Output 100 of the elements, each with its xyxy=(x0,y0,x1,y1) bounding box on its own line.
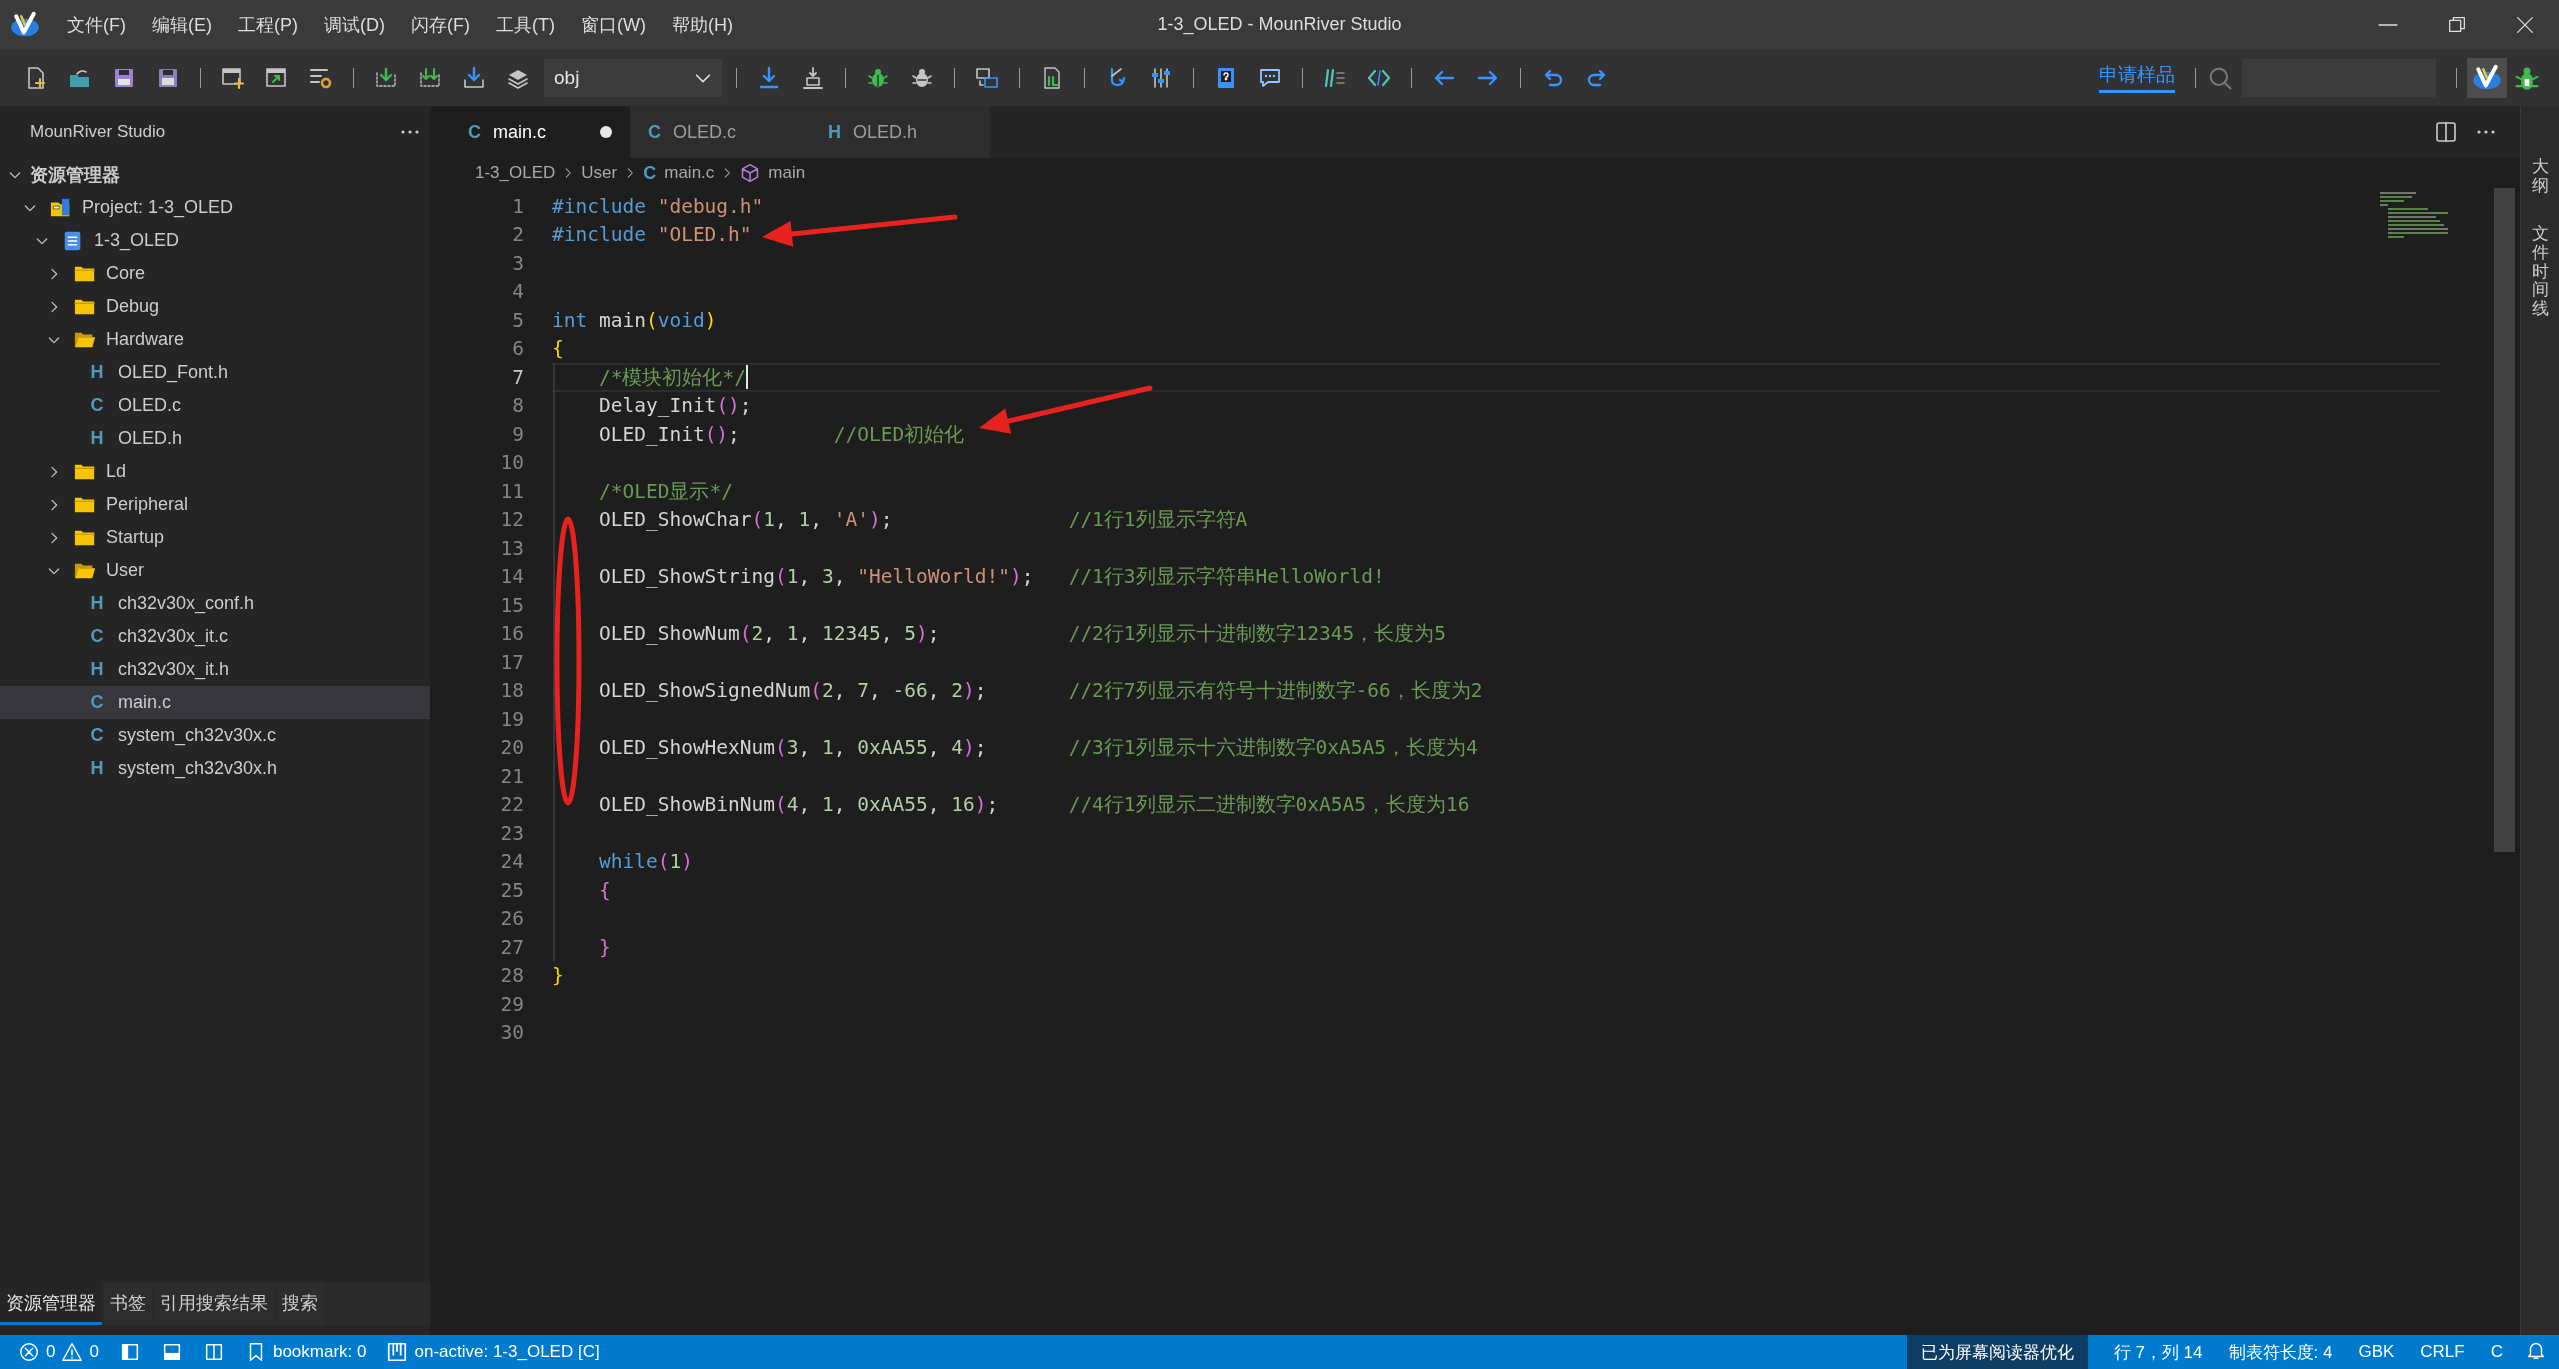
tree-item[interactable]: 1-3_OLED xyxy=(0,224,430,257)
tree-item[interactable]: Debug xyxy=(0,290,430,323)
tree-item[interactable]: Project: 1-3_OLED xyxy=(0,191,430,224)
line-number: 30 xyxy=(499,1021,524,1045)
tree-item[interactable]: C main.c xyxy=(0,686,430,719)
line-number: 4 xyxy=(511,280,524,304)
code-line: { xyxy=(552,337,564,361)
menu-item[interactable]: 帮助(H) xyxy=(658,12,746,37)
screen-reader-status[interactable]: 已为屏幕阅读器优化 xyxy=(1906,1335,2088,1369)
side-panel-tab[interactable]: 大纲 xyxy=(2531,158,2549,196)
tree-item[interactable]: H OLED_Font.h xyxy=(0,356,430,389)
file-type-icon: H xyxy=(90,362,104,383)
bookmark-status[interactable]: bookmark: 0 xyxy=(272,1342,367,1362)
split-editor-icon[interactable] xyxy=(2434,120,2458,144)
breadcrumb-item[interactable]: 1-3_OLED xyxy=(475,163,556,183)
file-type-icon: C xyxy=(90,395,104,416)
tree-item[interactable]: Startup xyxy=(0,521,430,554)
tree-item[interactable]: Ld xyxy=(0,455,430,488)
file-type-icon: C xyxy=(90,692,104,713)
board-icon[interactable] xyxy=(386,1341,409,1363)
menu-item[interactable]: 编辑(E) xyxy=(139,12,225,37)
warning-icon[interactable] xyxy=(61,1341,84,1363)
menu-item[interactable]: 窗口(W) xyxy=(567,12,659,37)
menu-item[interactable]: 调试(D) xyxy=(311,12,398,37)
error-icon[interactable] xyxy=(18,1341,40,1363)
code-line: } xyxy=(552,964,564,988)
line-number: 26 xyxy=(499,907,524,931)
menu-item[interactable]: 工程(P) xyxy=(225,12,311,37)
side-panel-tab[interactable]: 文件时间线 xyxy=(2531,225,2549,319)
line-number: 6 xyxy=(511,337,524,361)
editor-tab[interactable]: H OLED.h xyxy=(810,106,990,158)
warning-count[interactable]: 0 xyxy=(89,1342,99,1362)
editor-tab[interactable]: C OLED.c xyxy=(630,106,810,158)
editor-tab[interactable]: C main.c xyxy=(450,106,630,158)
tree-item[interactable]: C system_ch32v30x.c xyxy=(0,719,430,752)
code-line: OLED_ShowChar(1, 1, 'A'); //1行1列显示字符A xyxy=(597,507,1248,534)
tree-item[interactable]: H ch32v30x_it.h xyxy=(0,653,430,686)
status-text[interactable]: CRLF xyxy=(2420,1342,2465,1362)
tree-item[interactable]: H system_ch32v30x.h xyxy=(0,752,430,785)
code-line: /*模块初始化*/ xyxy=(597,364,746,391)
panel-tab[interactable]: 资源管理器 xyxy=(0,1283,102,1325)
download-line-icon[interactable] xyxy=(757,65,781,90)
tree-item[interactable]: Peripheral xyxy=(0,488,430,521)
status-text[interactable]: C xyxy=(2490,1342,2503,1362)
code-line: Delay_Init(); xyxy=(597,394,752,418)
menu-item[interactable]: 文件(F) xyxy=(54,12,139,37)
line-number: 15 xyxy=(499,593,524,617)
line-number: 28 xyxy=(499,964,524,988)
file-type-icon: C xyxy=(648,121,661,143)
code-line: #include "OLED.h" xyxy=(552,223,752,247)
file-type-icon: C xyxy=(90,626,104,647)
active-project-status[interactable]: on-active: 1-3_OLED [C] xyxy=(414,1342,600,1362)
line-number: 29 xyxy=(499,992,524,1016)
project-folder-icon xyxy=(50,196,72,219)
new-window-icon[interactable] xyxy=(221,65,245,90)
apply-samples-link[interactable]: 申请样品 xyxy=(2099,62,2175,93)
code-line: int main(void) xyxy=(552,308,717,332)
code-line: OLED_ShowNum(2, 1, 12345, 5); //2行1列显示十进制数字12345，长度为5 xyxy=(597,621,1447,648)
download-icon[interactable] xyxy=(374,65,398,90)
tray-download-icon[interactable] xyxy=(462,65,486,90)
breadcrumb-item[interactable]: C main.c xyxy=(643,162,715,184)
tree-item[interactable]: H OLED.h xyxy=(0,422,430,455)
breadcrumb-item[interactable]: User xyxy=(581,163,618,183)
tree-item[interactable]: C OLED.c xyxy=(0,389,430,422)
chip-download-icon[interactable] xyxy=(801,65,825,90)
tree-item[interactable]: H ch32v30x_conf.h xyxy=(0,587,430,620)
sidebar-title: MounRiver Studio xyxy=(30,122,166,142)
code-line: #include "debug.h" xyxy=(552,194,764,218)
line-number: 9 xyxy=(511,422,524,446)
double-download-icon[interactable] xyxy=(418,65,442,90)
breadcrumb-item[interactable]: main xyxy=(740,163,806,183)
error-count[interactable]: 0 xyxy=(46,1342,56,1362)
section-header[interactable]: 资源管理器 xyxy=(0,158,430,191)
code-line: { xyxy=(597,878,611,902)
tree-item[interactable]: Hardware xyxy=(0,323,430,356)
menu-item[interactable]: 工具(T) xyxy=(482,12,568,37)
code-line: /*OLED显示*/ xyxy=(597,478,733,505)
status-text[interactable]: 制表符长度: 4 xyxy=(2228,1340,2333,1364)
line-number: 10 xyxy=(499,451,524,475)
file-type-icon: H xyxy=(90,659,104,680)
logo-button[interactable] xyxy=(2467,57,2507,98)
status-text[interactable]: 行 7，列 14 xyxy=(2113,1340,2203,1364)
tree-item[interactable]: C ch32v30x_it.c xyxy=(0,620,430,653)
file-type-icon: C xyxy=(643,162,657,184)
tree-item[interactable]: User xyxy=(0,554,430,587)
line-number: 19 xyxy=(499,707,524,731)
code-line: } xyxy=(597,935,611,959)
line-number: 5 xyxy=(511,308,524,332)
window-sync-icon[interactable] xyxy=(975,65,999,90)
status-text[interactable]: GBK xyxy=(2358,1342,2395,1362)
tree-item[interactable]: Core xyxy=(0,257,430,290)
line-number: 22 xyxy=(499,793,524,817)
line-number: 18 xyxy=(499,679,524,703)
sliders-icon[interactable] xyxy=(1149,65,1173,90)
text-cursor xyxy=(745,365,748,390)
menu-item[interactable]: 闪存(F) xyxy=(398,12,483,37)
build-config-dropdown[interactable]: obj xyxy=(544,58,722,97)
file-type-icon: H xyxy=(828,121,841,143)
line-number: 27 xyxy=(499,935,524,959)
file-type-icon: C xyxy=(90,725,104,746)
